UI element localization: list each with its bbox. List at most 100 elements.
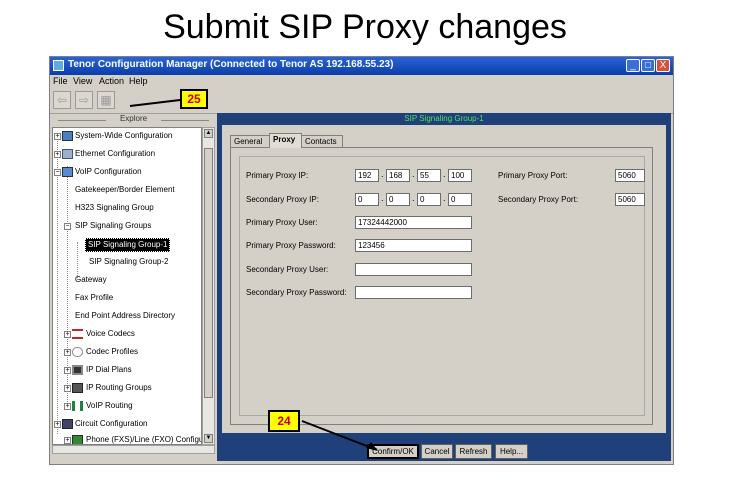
tree-item-voice-codecs[interactable]: Voice Codecs xyxy=(86,328,135,340)
voice-codecs-icon xyxy=(72,329,83,339)
phone-line-icon xyxy=(72,435,83,444)
collapse-toggle[interactable]: − xyxy=(64,223,71,230)
tree-item-endpoint-directory[interactable]: End Point Address Directory xyxy=(75,310,175,322)
voip-routing-icon xyxy=(72,401,83,411)
tree-item-system-wide[interactable]: System-Wide Configuration xyxy=(75,130,172,142)
slide-title: Submit SIP Proxy changes xyxy=(163,8,567,46)
ip-dial-plans-icon xyxy=(72,365,83,375)
primary-proxy-ip-octet-2[interactable]: 168 xyxy=(386,169,410,182)
secondary-proxy-password-input[interactable] xyxy=(355,286,472,299)
ip-dot: . xyxy=(412,169,415,179)
ip-dot: . xyxy=(443,193,446,203)
tree-item-codec-profiles[interactable]: Codec Profiles xyxy=(86,346,138,358)
tree-item-phone-line[interactable]: Phone (FXS)/Line (FXO) Configur xyxy=(86,434,201,444)
menu-bar: File View Action Help xyxy=(50,75,673,89)
tree-item-sip-group-2[interactable]: SIP Signaling Group-2 xyxy=(89,256,168,268)
tree-item-h323[interactable]: H323 Signaling Group xyxy=(75,202,154,214)
ip-dot: . xyxy=(443,169,446,179)
tree-item-gateway[interactable]: Gateway xyxy=(75,274,107,286)
expand-toggle[interactable]: + xyxy=(64,403,71,410)
explore-tree: + System-Wide Configuration + Ethernet C… xyxy=(52,127,202,445)
tree-item-sip-group-1[interactable]: SIP Signaling Group-1 xyxy=(85,238,171,252)
expand-toggle[interactable]: + xyxy=(64,437,71,444)
secondary-proxy-port-label: Secondary Proxy Port: xyxy=(498,195,579,204)
collapse-toggle[interactable]: − xyxy=(54,169,61,176)
primary-proxy-password-input[interactable]: 123456 xyxy=(355,239,472,252)
close-button[interactable]: X xyxy=(656,59,670,72)
config-panel: SIP Signaling Group-1 General Proxy Cont… xyxy=(217,113,671,461)
forward-arrow-icon[interactable]: ⇨ xyxy=(75,91,93,109)
secondary-proxy-ip-octet-3[interactable]: 0 xyxy=(417,193,441,206)
refresh-button[interactable]: Refresh xyxy=(455,444,492,459)
secondary-proxy-ip-octet-4[interactable]: 0 xyxy=(448,193,472,206)
tree-item-ip-dial-plans[interactable]: IP Dial Plans xyxy=(86,364,132,376)
tree-item-ip-routing-groups[interactable]: IP Routing Groups xyxy=(86,382,152,394)
callout-24: 24 xyxy=(268,410,300,432)
primary-proxy-ip-label: Primary Proxy IP: xyxy=(246,171,309,180)
expand-toggle[interactable]: + xyxy=(54,421,61,428)
scroll-up-icon[interactable]: ▲ xyxy=(204,129,213,138)
system-config-icon xyxy=(62,131,73,141)
menu-view[interactable]: View xyxy=(73,76,92,86)
secondary-proxy-port-input[interactable]: 5060 xyxy=(615,193,645,206)
proxy-tab-content: Primary Proxy IP: 192 . 168 . 55 . 100 S… xyxy=(230,147,653,425)
expand-toggle[interactable]: + xyxy=(64,367,71,374)
maximize-button[interactable]: □ xyxy=(641,59,655,72)
primary-proxy-ip-octet-1[interactable]: 192 xyxy=(355,169,379,182)
circuit-config-icon xyxy=(62,419,73,429)
scroll-thumb[interactable] xyxy=(204,148,213,398)
secondary-proxy-ip-octet-1[interactable]: 0 xyxy=(355,193,379,206)
panel-header: SIP Signaling Group-1 xyxy=(404,114,484,123)
primary-proxy-port-input[interactable]: 5060 xyxy=(615,169,645,182)
ip-routing-groups-icon xyxy=(72,383,83,393)
menu-action[interactable]: Action xyxy=(99,76,124,86)
secondary-proxy-ip-label: Secondary Proxy IP: xyxy=(246,195,319,204)
secondary-proxy-user-input[interactable] xyxy=(355,263,472,276)
tree-item-ethernet[interactable]: Ethernet Configuration xyxy=(75,148,155,160)
primary-proxy-ip-octet-3[interactable]: 55 xyxy=(417,169,441,182)
tree-item-voip-routing[interactable]: VoIP Routing xyxy=(86,400,133,412)
codec-profiles-icon xyxy=(72,347,83,357)
tree-horizontal-scrollbar[interactable] xyxy=(52,445,215,454)
tree-item-sip-groups[interactable]: SIP Signaling Groups xyxy=(75,220,151,232)
expand-toggle[interactable]: + xyxy=(54,151,61,158)
primary-proxy-ip-octet-4[interactable]: 100 xyxy=(448,169,472,182)
help-button[interactable]: Help... xyxy=(495,444,528,459)
tree-item-circuit[interactable]: Circuit Configuration xyxy=(75,418,147,430)
grid-icon[interactable]: ▦ xyxy=(97,91,115,109)
title-bar[interactable]: Tenor Configuration Manager (Connected t… xyxy=(50,57,673,75)
proxy-fields-group: Primary Proxy IP: 192 . 168 . 55 . 100 S… xyxy=(239,156,645,416)
confirm-ok-button[interactable]: Confirm/OK xyxy=(367,444,419,459)
tree-vertical-scrollbar[interactable]: ▲ ▼ xyxy=(202,127,215,445)
expand-toggle[interactable]: + xyxy=(64,331,71,338)
menu-file[interactable]: File xyxy=(53,76,68,86)
explore-header: Explore xyxy=(52,114,215,126)
explore-pane: Explore + System-Wide Configuration + Et… xyxy=(52,114,215,454)
button-row: Confirm/OK Cancel Refresh Help... xyxy=(217,441,671,461)
tree-item-fax-profile[interactable]: Fax Profile xyxy=(75,292,113,304)
minimize-button[interactable]: _ xyxy=(626,59,640,72)
back-arrow-icon[interactable]: ⇦ xyxy=(53,91,71,109)
ip-dot: . xyxy=(381,193,384,203)
app-window: Tenor Configuration Manager (Connected t… xyxy=(49,56,674,465)
secondary-proxy-password-label: Secondary Proxy Password: xyxy=(246,288,347,297)
callout-25: 25 xyxy=(180,89,208,109)
voip-icon xyxy=(62,167,73,177)
ethernet-icon xyxy=(62,149,73,159)
expand-toggle[interactable]: + xyxy=(64,349,71,356)
cancel-button[interactable]: Cancel xyxy=(421,444,453,459)
primary-proxy-user-label: Primary Proxy User: xyxy=(246,218,318,227)
secondary-proxy-ip-octet-2[interactable]: 0 xyxy=(386,193,410,206)
scroll-down-icon[interactable]: ▼ xyxy=(204,434,213,443)
expand-toggle[interactable]: + xyxy=(64,385,71,392)
tree-item-voip[interactable]: VoIP Configuration xyxy=(75,166,142,178)
panel-body: General Proxy Contacts Primary Proxy IP:… xyxy=(222,125,666,433)
primary-proxy-user-input[interactable]: 17324442000 xyxy=(355,216,472,229)
tree-item-gatekeeper[interactable]: Gatekeeper/Border Element xyxy=(75,184,175,196)
app-icon xyxy=(53,60,64,71)
secondary-proxy-user-label: Secondary Proxy User: xyxy=(246,265,329,274)
toolbar: ⇦ ⇨ ▦ xyxy=(50,89,673,114)
tab-proxy[interactable]: Proxy xyxy=(269,133,302,148)
expand-toggle[interactable]: + xyxy=(54,133,61,140)
menu-help[interactable]: Help xyxy=(129,76,148,86)
